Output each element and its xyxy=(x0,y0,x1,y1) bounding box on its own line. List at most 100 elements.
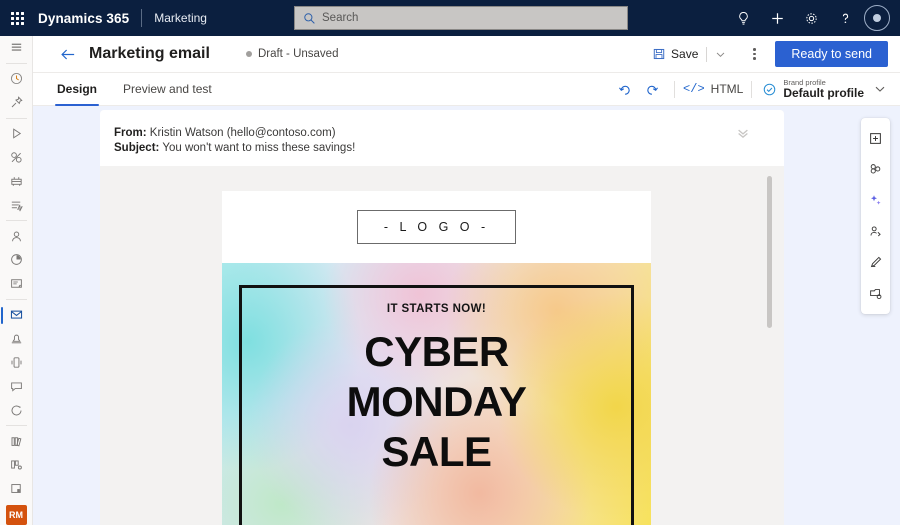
sidebar-item-emails[interactable] xyxy=(0,303,33,327)
tab-preview-and-test[interactable]: Preview and test xyxy=(121,73,214,106)
email-subject-label: Subject: xyxy=(114,142,160,154)
brand-profile-text: Brand profile Default profile xyxy=(783,78,864,100)
help-icon[interactable] xyxy=(828,0,862,36)
html-toggle-button[interactable]: </> HTML xyxy=(683,82,743,96)
verified-check-icon xyxy=(764,83,776,95)
sidebar-item-analytics[interactable] xyxy=(0,248,33,272)
styles-button[interactable] xyxy=(861,247,890,278)
email-hero-image-block[interactable]: IT STARTS NOW! CYBER MONDAY SALE xyxy=(222,263,651,525)
sidebar-item-journeys[interactable] xyxy=(0,122,33,146)
sidebar-item-mobile[interactable] xyxy=(0,351,33,375)
avatar-initial xyxy=(873,14,881,22)
tab-design[interactable]: Design xyxy=(55,73,100,106)
page-title: Marketing email xyxy=(89,45,210,62)
rail-divider xyxy=(5,425,27,427)
more-vertical-icon[interactable] xyxy=(741,41,767,67)
search-box[interactable] xyxy=(294,6,628,30)
command-divider xyxy=(706,46,708,62)
tool-divider xyxy=(674,80,676,98)
save-label: Save xyxy=(671,47,699,61)
assets-button[interactable] xyxy=(861,278,890,309)
settings-gear-icon[interactable] xyxy=(794,0,828,36)
tool-divider xyxy=(751,80,753,98)
brand-profile-value: Default profile xyxy=(783,85,864,100)
status-badge: Draft - Unsaved xyxy=(245,48,339,60)
search-icon xyxy=(304,12,315,24)
redo-icon[interactable] xyxy=(638,76,666,102)
save-button[interactable]: Save xyxy=(646,43,704,65)
command-bar: Marketing email Draft - Unsaved Save Rea… xyxy=(33,36,900,73)
hero-title-line-1: CYBER xyxy=(364,328,509,375)
right-tool-palette xyxy=(861,118,890,314)
sidebar-item-menu[interactable] xyxy=(0,36,33,60)
app-launcher-icon[interactable] xyxy=(0,0,34,36)
hero-title-text: CYBER MONDAY SALE xyxy=(222,327,651,477)
email-subject-value[interactable]: You won't want to miss these savings! xyxy=(162,142,355,154)
user-avatar[interactable] xyxy=(864,5,890,31)
insights-icon[interactable] xyxy=(726,0,760,36)
double-chevron-down-icon[interactable] xyxy=(736,128,750,139)
status-label: Draft - Unsaved xyxy=(257,48,339,60)
save-options-button[interactable] xyxy=(709,41,731,67)
chevron-down-icon xyxy=(875,86,885,92)
sidebar-item-text-messages[interactable] xyxy=(0,374,33,398)
ready-to-send-button[interactable]: Ready to send xyxy=(775,41,888,67)
left-navigation-rail: RM xyxy=(0,36,33,525)
rail-divider xyxy=(5,220,27,222)
email-header-panel: From: Kristin Watson (hello@contoso.com)… xyxy=(100,110,784,166)
ai-assist-button[interactable] xyxy=(861,185,890,216)
quick-create-icon[interactable] xyxy=(760,0,794,36)
dynamics-marketing-email-editor: Dynamics 365 Marketing Search RM Marketi… xyxy=(0,0,900,525)
email-from-value[interactable]: Kristin Watson (hello@contoso.com) xyxy=(150,127,336,139)
hero-kicker-text: IT STARTS NOW! xyxy=(386,303,487,315)
hero-title-line-2: MONDAY xyxy=(346,378,527,425)
personalization-button[interactable] xyxy=(861,216,890,247)
sidebar-item-events[interactable] xyxy=(0,169,33,193)
sidebar-item-forms[interactable] xyxy=(0,272,33,296)
chevron-down-icon xyxy=(716,52,725,57)
canvas-vertical-scrollbar[interactable] xyxy=(767,176,772,328)
status-dot-icon xyxy=(245,51,252,57)
email-body-scroll-area[interactable]: - L O G O - IT STARTS NOW! CYBER MONDAY … xyxy=(100,166,784,525)
email-content-column[interactable]: - L O G O - IT STARTS NOW! CYBER MONDAY … xyxy=(222,191,651,525)
sidebar-item-push[interactable] xyxy=(0,327,33,351)
sidebar-item-assets[interactable] xyxy=(0,477,33,501)
email-from-row: From: Kristin Watson (hello@contoso.com) xyxy=(114,126,766,141)
rail-divider xyxy=(5,117,27,119)
suite-header: Dynamics 365 Marketing xyxy=(0,0,900,36)
product-brand[interactable]: Dynamics 365 xyxy=(34,11,129,26)
search-input[interactable] xyxy=(322,12,602,24)
command-bar-actions: Save Ready to send xyxy=(646,41,900,67)
sidebar-item-templates[interactable] xyxy=(0,453,33,477)
rail-divider xyxy=(5,298,27,300)
sidebar-item-segments[interactable] xyxy=(0,145,33,169)
app-name-label[interactable]: Marketing xyxy=(154,11,207,25)
email-design-canvas[interactable]: From: Kristin Watson (hello@contoso.com)… xyxy=(33,106,900,525)
sidebar-item-social[interactable] xyxy=(0,398,33,422)
sidebar-item-recent[interactable] xyxy=(0,67,33,91)
elements-button[interactable] xyxy=(861,154,890,185)
editor-tabbar: Design Preview and test </> HTML Brand p… xyxy=(33,73,900,106)
environment-badge[interactable]: RM xyxy=(5,504,27,525)
sidebar-item-contacts[interactable] xyxy=(0,224,33,248)
html-label: HTML xyxy=(710,82,744,96)
sidebar-item-workflows[interactable] xyxy=(0,193,33,217)
code-brackets-icon: </> xyxy=(683,82,705,96)
email-logo-block[interactable]: - L O G O - xyxy=(222,191,651,263)
brand-profile-selector[interactable]: Brand profile Default profile xyxy=(760,78,888,100)
email-preview-card: From: Kristin Watson (hello@contoso.com)… xyxy=(100,110,784,525)
brand-divider xyxy=(141,9,143,27)
add-element-button[interactable] xyxy=(861,123,890,154)
undo-icon[interactable] xyxy=(610,76,638,102)
suite-actions xyxy=(726,0,896,36)
back-arrow-icon[interactable] xyxy=(53,39,83,69)
logo-placeholder[interactable]: - L O G O - xyxy=(356,210,517,244)
sidebar-item-pinned[interactable] xyxy=(0,91,33,115)
hero-title-line-3: SALE xyxy=(381,428,492,475)
rail-divider xyxy=(5,62,27,64)
sidebar-item-library[interactable] xyxy=(0,429,33,453)
email-subject-row: Subject: You won't want to miss these sa… xyxy=(114,141,766,156)
save-disk-icon xyxy=(653,48,665,60)
editor-tools: </> HTML Brand profile Default profile xyxy=(610,76,900,102)
email-from-label: From: xyxy=(114,127,147,139)
